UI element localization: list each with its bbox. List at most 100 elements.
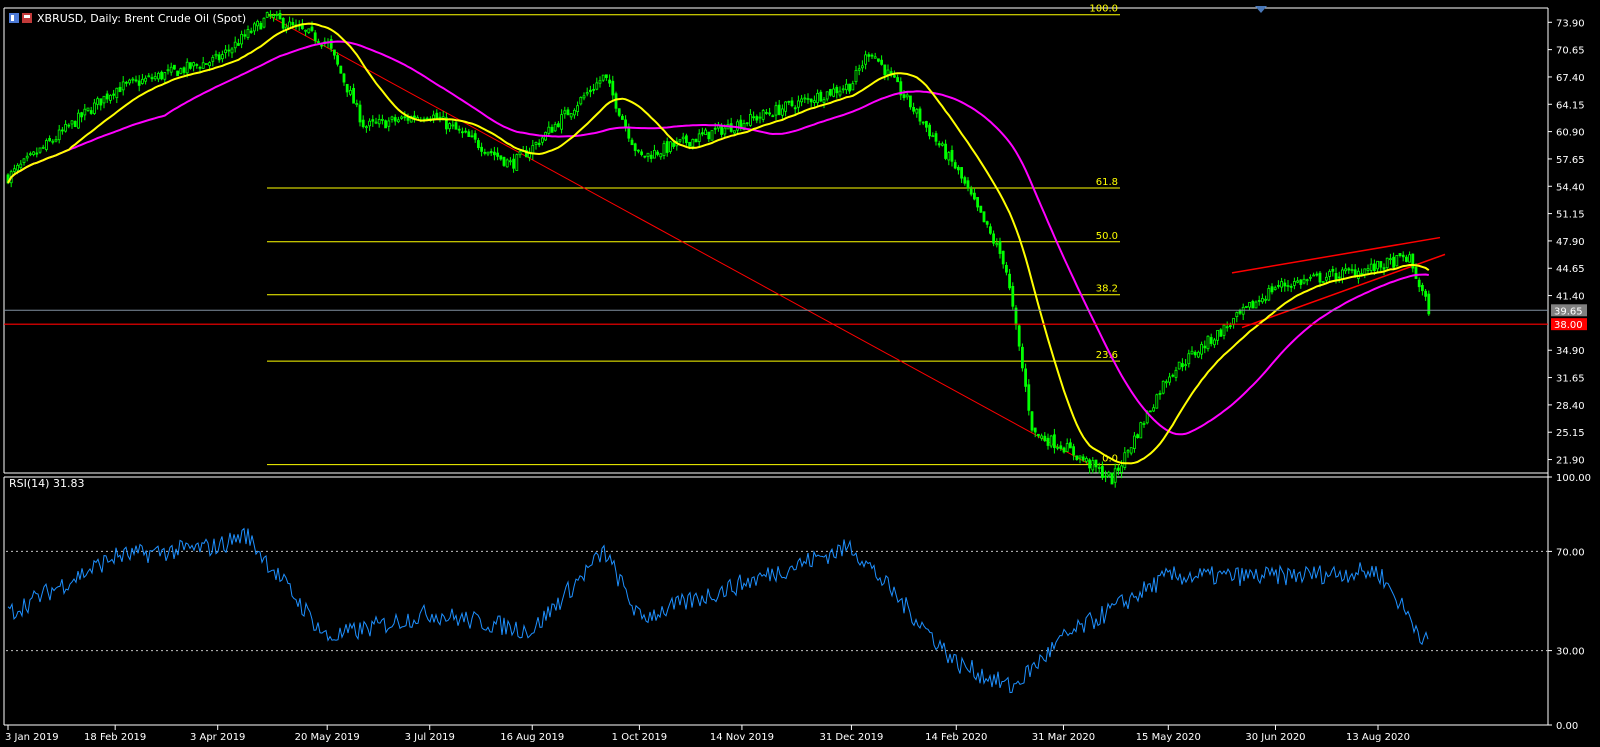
candle-body xyxy=(281,17,285,29)
candle-body xyxy=(953,162,957,169)
candle-body xyxy=(710,130,714,141)
candle-body xyxy=(985,221,989,225)
candle-body xyxy=(211,57,215,62)
candle-body xyxy=(819,91,823,102)
candle-body xyxy=(659,153,663,158)
trading-chart[interactable]: XBRUSD, Daily: Brent Crude Oil (Spot) RS… xyxy=(0,0,1600,747)
candle-body xyxy=(995,243,999,246)
candle-body xyxy=(1248,302,1251,308)
candle-body xyxy=(605,74,608,78)
candle-body xyxy=(448,123,452,130)
candle-body xyxy=(1168,376,1171,383)
candle-body xyxy=(1366,268,1370,271)
candle-body xyxy=(1305,279,1309,282)
candle-body xyxy=(937,143,941,146)
candle-body xyxy=(1139,422,1143,439)
candle-body xyxy=(460,131,464,134)
candle-body xyxy=(1238,310,1242,314)
candle-body xyxy=(505,159,509,168)
candle-body xyxy=(611,80,615,96)
candle-body xyxy=(765,112,768,114)
candle-body xyxy=(54,139,58,142)
candle-body xyxy=(653,149,656,159)
candle-body xyxy=(1254,301,1258,309)
time-tick-label: 18 Feb 2019 xyxy=(84,732,146,743)
candle-body xyxy=(640,151,643,155)
candle-body xyxy=(182,67,186,73)
candle-body xyxy=(893,75,896,78)
price-tick-label: 60.90 xyxy=(1556,128,1585,139)
candle-body xyxy=(492,151,496,156)
candle-body xyxy=(1190,350,1194,355)
candle-body xyxy=(67,124,71,127)
candle-body xyxy=(400,116,404,119)
candle-body xyxy=(1206,335,1210,350)
candle-body xyxy=(259,22,263,30)
candle-body xyxy=(1008,273,1011,289)
candle-body xyxy=(1017,325,1021,347)
candle-body xyxy=(697,133,701,142)
candle-body xyxy=(1321,281,1325,283)
candle-body xyxy=(227,49,231,52)
candle-body xyxy=(185,61,189,74)
candle-body xyxy=(941,143,944,146)
candle-body xyxy=(220,54,224,60)
candle-body xyxy=(1094,459,1098,468)
candle-body xyxy=(851,83,855,91)
candle-body xyxy=(1424,290,1427,297)
candle-body xyxy=(1229,325,1232,328)
candle-body xyxy=(425,117,429,120)
candle-body xyxy=(476,140,480,149)
candle-body xyxy=(1318,272,1322,283)
candle-body xyxy=(873,56,877,59)
candle-body xyxy=(1389,258,1392,261)
candle-body xyxy=(1161,380,1165,394)
candle-body xyxy=(598,80,602,84)
candle-body xyxy=(608,79,611,84)
candle-body xyxy=(1117,467,1120,471)
candle-body xyxy=(1216,329,1219,341)
chart-title: XBRUSD, Daily: Brent Crude Oil (Spot) xyxy=(37,12,246,25)
candle-body xyxy=(550,126,554,133)
candle-body xyxy=(1033,427,1037,433)
candle-body xyxy=(1043,435,1047,442)
candle-body xyxy=(432,114,436,119)
candle-body xyxy=(621,115,624,120)
candle-body xyxy=(931,135,935,138)
candle-body xyxy=(1325,276,1328,281)
candle-body xyxy=(515,154,519,171)
candle-body xyxy=(28,153,32,156)
candle-body xyxy=(1264,298,1267,301)
time-tick-label: 30 Jun 2020 xyxy=(1245,732,1305,743)
candle-body xyxy=(723,127,727,135)
candle-body xyxy=(118,86,122,93)
candle-body xyxy=(35,152,39,155)
candle-body xyxy=(233,41,237,49)
candle-body xyxy=(582,95,586,99)
candle-body xyxy=(825,91,829,100)
candle-body xyxy=(918,108,922,122)
candle-body xyxy=(1280,281,1283,288)
rsi-tick-label: 100.00 xyxy=(1556,473,1591,484)
candle-body xyxy=(1126,450,1130,453)
candle-body xyxy=(1350,269,1354,272)
candle-body xyxy=(230,48,234,54)
candle-body xyxy=(745,122,749,125)
candle-body xyxy=(1053,434,1056,449)
candle-body xyxy=(733,130,736,134)
candle-body xyxy=(1056,446,1059,449)
candle-body xyxy=(752,116,755,119)
candle-body xyxy=(809,98,813,103)
price-tick-label: 25.15 xyxy=(1556,428,1585,439)
candle-body xyxy=(912,107,915,112)
candle-body xyxy=(646,152,650,157)
price-tick-label: 31.65 xyxy=(1556,374,1585,385)
candle-body xyxy=(669,141,672,152)
candle-body xyxy=(1120,465,1123,473)
candle-body xyxy=(909,95,912,108)
candle-body xyxy=(403,116,407,119)
candle-body xyxy=(345,83,349,93)
candle-body xyxy=(905,94,909,98)
candle-body xyxy=(278,12,282,20)
candle-body xyxy=(579,96,583,105)
